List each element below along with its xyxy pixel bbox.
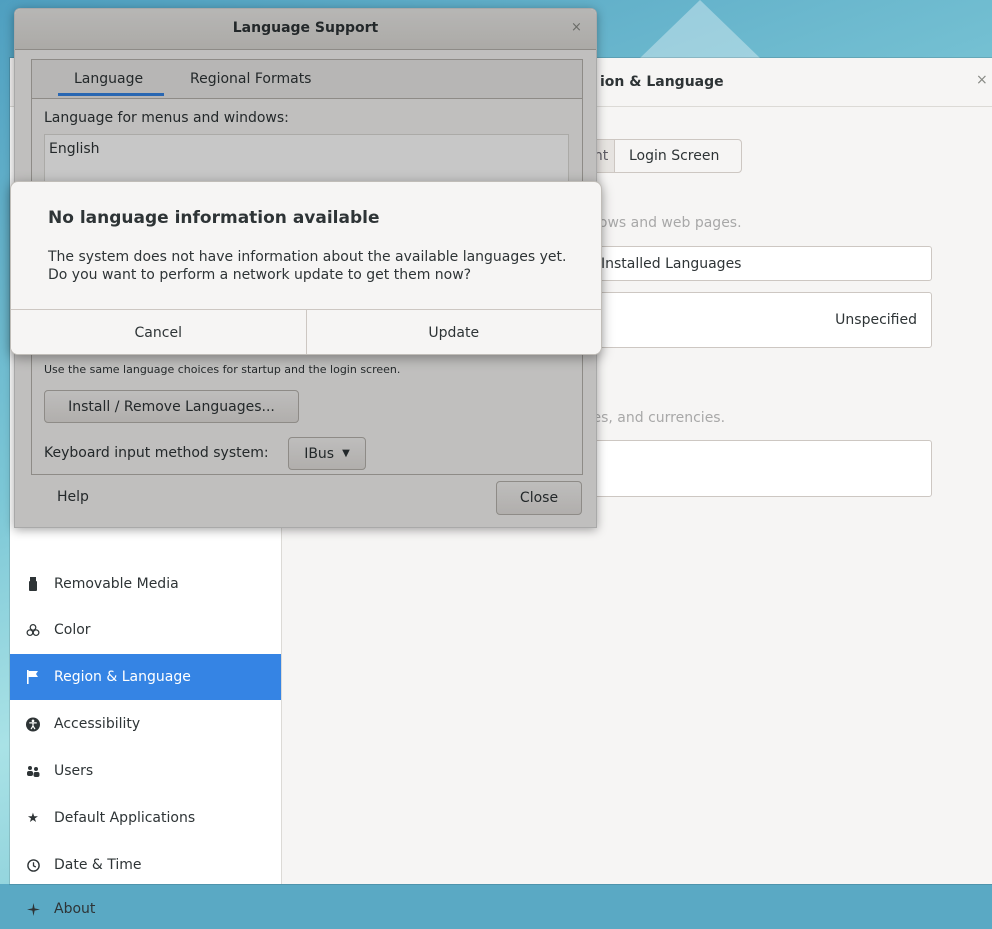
input-sources-box[interactable] — [584, 440, 932, 497]
sidebar-item-removable-media[interactable]: Removable Media — [10, 561, 281, 607]
settings-close-button[interactable]: × — [976, 72, 988, 88]
sidebar-item-label: Removable Media — [54, 576, 179, 592]
formats-caption: tes, and currencies. — [587, 410, 726, 426]
dialog-title: No language information available — [48, 208, 380, 228]
color-icon — [26, 623, 40, 637]
sidebar-item-about[interactable]: About — [10, 889, 281, 929]
sidebar-item-label: About — [54, 901, 96, 917]
update-button[interactable]: Update — [305, 310, 601, 354]
button-label: Cancel — [134, 324, 182, 341]
star-icon: ★ — [27, 810, 39, 826]
users-icon — [26, 764, 40, 778]
dialog-button-bar: Cancel Update — [11, 309, 601, 354]
language-caption: dows and web pages. — [590, 215, 742, 231]
no-language-info-dialog: No language information available The sy… — [10, 181, 602, 355]
wallpaper-shape — [640, 0, 760, 58]
cancel-button[interactable]: Cancel — [11, 310, 306, 354]
sidebar-item-users[interactable]: Users — [10, 748, 281, 794]
settings-title: ion & Language — [600, 74, 724, 90]
sidebar-item-color[interactable]: Color — [10, 607, 281, 653]
sidebar-item-label: Region & Language — [54, 669, 191, 685]
sidebar-item-label: Default Applications — [54, 810, 196, 826]
dialog-message: The system does not have information abo… — [48, 249, 567, 283]
flag-icon — [26, 670, 40, 684]
sidebar-item-label: Date & Time — [54, 857, 142, 873]
sidebar-item-default-applications[interactable]: ★ Default Applications — [10, 795, 281, 841]
button-label: Update — [428, 324, 480, 341]
installed-languages-button[interactable]: Installed Languages — [584, 246, 932, 281]
accessibility-icon — [26, 717, 40, 731]
formats-row[interactable]: Unspecified — [584, 292, 932, 348]
sidebar-item-label: Accessibility — [54, 716, 141, 732]
sidebar-item-accessibility[interactable]: Accessibility — [10, 701, 281, 747]
sidebar-item-region-language[interactable]: Region & Language — [10, 654, 281, 700]
sparkle-icon — [26, 902, 40, 916]
formats-value: Unspecified — [835, 312, 917, 328]
tab-label: Login Screen — [629, 148, 720, 164]
installed-languages-label: Installed Languages — [601, 255, 742, 272]
clock-icon — [26, 858, 40, 872]
sidebar-item-date-time[interactable]: Date & Time — [10, 842, 281, 888]
usb-icon — [26, 577, 40, 591]
sidebar-item-label: Color — [54, 622, 91, 638]
tab-login-screen[interactable]: Login Screen — [614, 139, 742, 173]
sidebar-item-label: Users — [54, 763, 94, 779]
